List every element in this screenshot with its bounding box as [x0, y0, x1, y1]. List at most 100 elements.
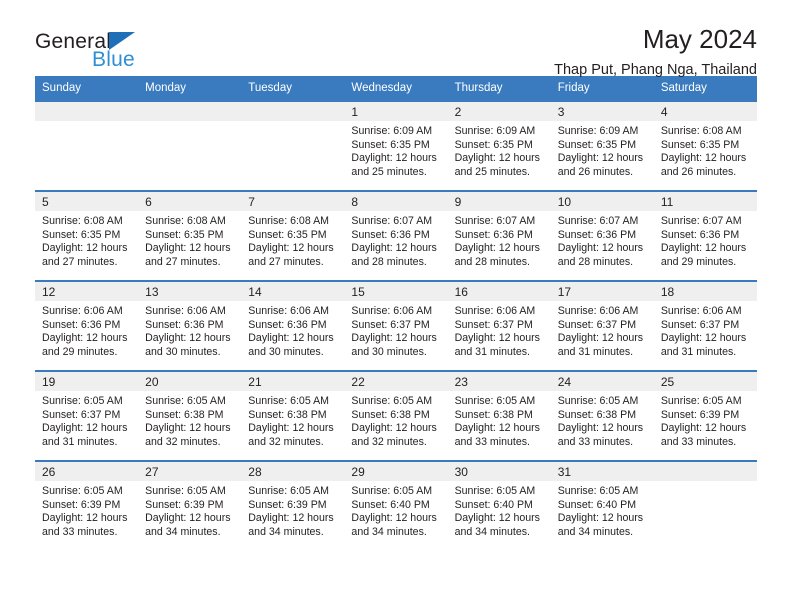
day-info-line: and 33 minutes.	[660, 435, 737, 448]
calendar-day-cell[interactable]: 5 Sunrise: 6:08 AM Sunset: 6:35 PM Daylight…	[35, 190, 139, 281]
day-info-line: Daylight: 12 hours	[454, 422, 540, 435]
calendar-day-cell[interactable]: 20 Sunrise: 6:05 AM Sunset: 6:38 PM Dayligh…	[138, 370, 242, 461]
day-sun-info: Sunrise: 6:05 AM Sunset: 6:38 PM Daylight:…	[551, 391, 654, 449]
day-sun-info: Sunrise: 6:08 AM Sunset: 6:35 PM Daylight:…	[35, 211, 138, 269]
day-sun-info: Sunrise: 6:08 AM Sunset: 6:35 PM Daylight:…	[654, 121, 757, 179]
day-info-line: Sunrise: 6:06 AM	[248, 305, 329, 317]
calendar-day-cell[interactable]: 29 Sunrise: 6:05 AM Sunset: 6:40 PM Dayligh…	[344, 460, 448, 551]
day-info-line: Sunrise: 6:06 AM	[145, 305, 226, 317]
day-info-line: Sunrise: 6:08 AM	[42, 215, 123, 227]
calendar-day-cell[interactable]: 22 Sunrise: 6:05 AM Sunset: 6:38 PM Dayligh…	[344, 370, 448, 461]
day-info-line: and 33 minutes.	[42, 525, 118, 538]
day-sun-info: Sunrise: 6:05 AM Sunset: 6:40 PM Daylight:…	[344, 481, 447, 539]
day-info-line: Sunrise: 6:05 AM	[145, 485, 226, 497]
day-info-line: Sunrise: 6:06 AM	[42, 305, 123, 317]
day-info-line: Daylight: 12 hours	[660, 242, 747, 255]
day-number: 28	[241, 462, 345, 481]
day-info-line: Sunset: 6:36 PM	[454, 228, 533, 241]
day-number: 25	[653, 372, 757, 391]
day-number: 14	[241, 282, 345, 301]
day-number: 29	[344, 462, 448, 481]
calendar-day-cell[interactable]: 15 Sunrise: 6:06 AM Sunset: 6:37 PM Dayligh…	[344, 280, 448, 371]
day-info-line: Sunset: 6:36 PM	[351, 228, 430, 241]
calendar-day-cell[interactable]: 8 Sunrise: 6:07 AM Sunset: 6:36 PM Daylight…	[344, 190, 448, 281]
day-info-line: Sunset: 6:37 PM	[351, 318, 430, 331]
calendar-day-cell[interactable]: 3 Sunrise: 6:09 AM Sunset: 6:35 PM Daylight…	[550, 100, 654, 191]
calendar-day-cell[interactable]: 13 Sunrise: 6:06 AM Sunset: 6:36 PM Dayligh…	[138, 280, 242, 371]
day-info-line: and 28 minutes.	[351, 255, 427, 268]
day-number	[653, 462, 757, 481]
day-info-line: Daylight: 12 hours	[660, 332, 747, 345]
day-sun-info: Sunrise: 6:06 AM Sunset: 6:37 PM Daylight:…	[344, 301, 447, 359]
day-sun-info	[138, 121, 241, 125]
calendar-day-cell[interactable]: 23 Sunrise: 6:05 AM Sunset: 6:38 PM Dayligh…	[447, 370, 551, 461]
day-info-line: and 34 minutes.	[145, 525, 221, 538]
calendar-day-cell[interactable]: 27 Sunrise: 6:05 AM Sunset: 6:39 PM Dayligh…	[138, 460, 242, 551]
calendar-day-cell[interactable]: 6 Sunrise: 6:08 AM Sunset: 6:35 PM Daylight…	[138, 190, 242, 281]
calendar-day-cell[interactable]: 21 Sunrise: 6:05 AM Sunset: 6:38 PM Dayligh…	[241, 370, 345, 461]
calendar-day-cell[interactable]: 11 Sunrise: 6:07 AM Sunset: 6:36 PM Dayligh…	[653, 190, 757, 281]
day-info-line: and 34 minutes.	[557, 525, 634, 538]
calendar-day-cell[interactable]: 18 Sunrise: 6:06 AM Sunset: 6:37 PM Dayligh…	[653, 280, 757, 371]
day-info-line: Sunrise: 6:05 AM	[248, 485, 329, 497]
calendar-day-cell[interactable]: 10 Sunrise: 6:07 AM Sunset: 6:36 PM Dayligh…	[550, 190, 654, 281]
day-info-line: Daylight: 12 hours	[557, 422, 644, 435]
day-info-line: and 31 minutes.	[660, 345, 737, 358]
day-info-line: Sunset: 6:35 PM	[454, 138, 533, 151]
day-number	[241, 102, 345, 121]
day-info-line: and 33 minutes.	[557, 435, 634, 448]
day-info-line: Sunrise: 6:05 AM	[351, 395, 433, 407]
day-info-line: Daylight: 12 hours	[454, 332, 540, 345]
calendar-day-cell[interactable]: 19 Sunrise: 6:05 AM Sunset: 6:37 PM Dayligh…	[35, 370, 139, 461]
day-number: 1	[344, 102, 448, 121]
day-info-line: Daylight: 12 hours	[145, 242, 231, 255]
day-info-line: Sunset: 6:35 PM	[660, 138, 740, 151]
day-number: 17	[550, 282, 654, 301]
day-info-line: and 26 minutes.	[557, 165, 634, 178]
day-info-line: and 32 minutes.	[248, 435, 324, 448]
day-number: 21	[241, 372, 345, 391]
day-number: 24	[550, 372, 654, 391]
calendar-day-cell[interactable]: 31 Sunrise: 6:05 AM Sunset: 6:40 PM Dayligh…	[550, 460, 654, 551]
day-info-line: and 29 minutes.	[42, 345, 118, 358]
day-number: 13	[138, 282, 242, 301]
day-info-line: Sunset: 6:37 PM	[454, 318, 533, 331]
sunrise-sunset-calendar: Sunday Monday Tuesday Wednesday Thursday Frid…	[35, 76, 757, 551]
day-sun-info: Sunrise: 6:09 AM Sunset: 6:35 PM Daylight:…	[448, 121, 551, 179]
day-sun-info: Sunrise: 6:08 AM Sunset: 6:35 PM Daylight:…	[241, 211, 344, 269]
day-info-line: Sunrise: 6:05 AM	[454, 485, 536, 497]
day-info-line: Sunset: 6:38 PM	[454, 408, 533, 421]
day-sun-info: Sunrise: 6:05 AM Sunset: 6:38 PM Daylight:…	[241, 391, 344, 449]
day-sun-info: Sunrise: 6:07 AM Sunset: 6:36 PM Daylight:…	[344, 211, 447, 269]
calendar-day-cell[interactable]: 14 Sunrise: 6:06 AM Sunset: 6:36 PM Dayligh…	[241, 280, 345, 371]
calendar-day-cell[interactable]: 16 Sunrise: 6:06 AM Sunset: 6:37 PM Dayligh…	[447, 280, 551, 371]
day-info-line: Daylight: 12 hours	[42, 332, 128, 345]
day-info-line: and 31 minutes.	[42, 435, 118, 448]
calendar-day-cell[interactable]: 26 Sunrise: 6:05 AM Sunset: 6:39 PM Dayligh…	[35, 460, 139, 551]
calendar-day-cell[interactable]: 28 Sunrise: 6:05 AM Sunset: 6:39 PM Dayligh…	[241, 460, 345, 551]
weekday-header-monday: Monday	[138, 76, 242, 101]
day-info-line: Sunset: 6:38 PM	[557, 408, 637, 421]
calendar-day-cell[interactable]: 1 Sunrise: 6:09 AM Sunset: 6:35 PM Daylight…	[344, 100, 448, 191]
day-info-line: Daylight: 12 hours	[660, 152, 747, 165]
day-info-line: Sunrise: 6:09 AM	[351, 125, 433, 137]
day-info-line: Sunset: 6:35 PM	[42, 228, 121, 241]
calendar-day-cell[interactable]: 9 Sunrise: 6:07 AM Sunset: 6:36 PM Daylight…	[447, 190, 551, 281]
day-info-line: and 25 minutes.	[351, 165, 427, 178]
day-info-line: Sunrise: 6:05 AM	[145, 395, 226, 407]
calendar-day-cell[interactable]: 7 Sunrise: 6:08 AM Sunset: 6:35 PM Daylight…	[241, 190, 345, 281]
calendar-body: 1 Sunrise: 6:09 AM Sunset: 6:35 PM Daylight…	[35, 100, 757, 551]
day-number: 9	[447, 192, 551, 211]
calendar-day-cell[interactable]: 12 Sunrise: 6:06 AM Sunset: 6:36 PM Dayligh…	[35, 280, 139, 371]
calendar-week-row: 1 Sunrise: 6:09 AM Sunset: 6:35 PM Daylight…	[35, 100, 757, 191]
calendar-day-cell[interactable]: 24 Sunrise: 6:05 AM Sunset: 6:38 PM Dayligh…	[550, 370, 654, 461]
calendar-day-cell[interactable]: 30 Sunrise: 6:05 AM Sunset: 6:40 PM Dayligh…	[447, 460, 551, 551]
calendar-day-cell[interactable]: 17 Sunrise: 6:06 AM Sunset: 6:37 PM Dayligh…	[550, 280, 654, 371]
calendar-day-cell[interactable]: 4 Sunrise: 6:08 AM Sunset: 6:35 PM Daylight…	[653, 100, 757, 191]
day-number: 15	[344, 282, 448, 301]
calendar-day-cell[interactable]: 2 Sunrise: 6:09 AM Sunset: 6:35 PM Daylight…	[447, 100, 551, 191]
calendar-day-cell[interactable]: 25 Sunrise: 6:05 AM Sunset: 6:39 PM Dayligh…	[653, 370, 757, 461]
general-blue-logo[interactable]: General Blue	[35, 26, 155, 72]
day-info-line: Sunset: 6:40 PM	[557, 498, 637, 511]
day-sun-info: Sunrise: 6:06 AM Sunset: 6:36 PM Daylight:…	[241, 301, 344, 359]
